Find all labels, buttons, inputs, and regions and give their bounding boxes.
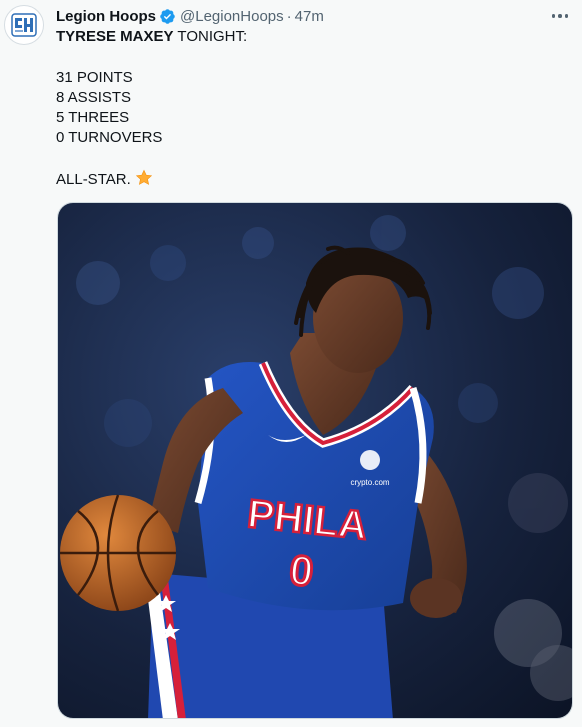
headline-line: TYRESE MAXEY TONIGHT:	[56, 27, 247, 47]
display-name[interactable]: Legion Hoops	[56, 8, 156, 25]
handle[interactable]: @LegionHoops	[180, 8, 284, 25]
legion-hoops-logo-icon	[11, 13, 37, 37]
timestamp[interactable]: 47m	[295, 8, 324, 25]
closing-text: ALL-STAR.	[56, 171, 131, 189]
verified-badge-icon	[159, 8, 176, 25]
more-options-icon[interactable]	[548, 4, 572, 28]
stat-line: 5 THREES	[56, 109, 130, 127]
avatar[interactable]	[4, 5, 44, 45]
headline-rest: TONIGHT:	[173, 28, 248, 45]
stat-line: 0 TURNOVERS	[56, 129, 163, 147]
tweet[interactable]: Legion Hoops @LegionHoops · 47m TYRESE M…	[0, 0, 582, 727]
star-emoji-icon	[135, 169, 153, 187]
sponsor-text: crypto.com	[350, 478, 389, 487]
closing-line: ALL-STAR.	[56, 169, 247, 189]
stat-line: 8 ASSISTS	[56, 88, 132, 106]
tweet-text: TYRESE MAXEY TONIGHT: 31 POINTS 8 ASSIST…	[56, 27, 247, 189]
stat-line: 31 POINTS	[56, 68, 133, 86]
jersey-number: 0	[287, 546, 315, 595]
tweet-photo[interactable]: PHILA 0 crypto.com	[57, 202, 573, 719]
tweet-header: Legion Hoops @LegionHoops · 47m	[56, 6, 324, 26]
headline-name: TYRESE MAXEY	[56, 28, 174, 45]
separator: ·	[286, 7, 292, 25]
basketball-player-image: PHILA 0 crypto.com	[58, 203, 572, 718]
